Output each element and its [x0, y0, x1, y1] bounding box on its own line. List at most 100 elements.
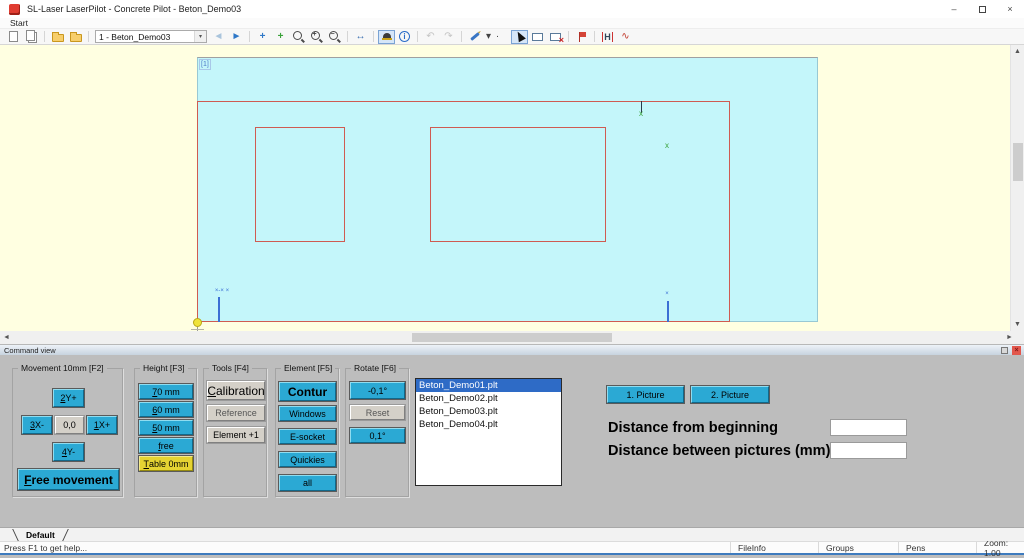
file-list[interactable]: Beton_Demo01.pltBeton_Demo02.pltBeton_De…	[415, 378, 562, 486]
zoom-in-button[interactable]: +	[308, 30, 325, 44]
vertical-scrollbar[interactable]: ▲ ▼	[1010, 45, 1024, 331]
redo-icon: ↷	[444, 31, 452, 42]
windows-button[interactable]: Windows	[279, 406, 336, 421]
origin-point	[193, 318, 202, 327]
select-tool-button[interactable]	[511, 30, 528, 44]
drawing-canvas[interactable]: [1] xx×-× ××	[0, 45, 1010, 331]
zoom-button[interactable]	[290, 30, 307, 44]
horizontal-scroll-thumb[interactable]	[412, 333, 612, 342]
rotate-minus-button[interactable]: -0,1°	[350, 382, 405, 399]
move-center-button[interactable]: 0,0	[55, 416, 84, 434]
app-icon	[9, 4, 20, 15]
pan-icon: +	[260, 31, 266, 42]
red-x-icon: ×	[559, 35, 564, 45]
move-x-minus-button[interactable]: 3 X-	[22, 416, 52, 434]
rectangle-icon	[532, 33, 543, 41]
close-icon: ×	[1007, 4, 1012, 14]
sheet-label: [1]	[199, 59, 211, 70]
toolbar-separator	[44, 31, 45, 42]
back-button[interactable]: ◄	[210, 30, 227, 44]
laser-toggle-button[interactable]	[378, 30, 395, 44]
group-movement: Movement 10mm [F2] 2 Y+ 3 X- 0,0 1 X+ 4 …	[12, 368, 123, 497]
scroll-up-button[interactable]: ▲	[1011, 45, 1024, 58]
pen-dot: ·	[494, 30, 501, 44]
picture-1-button[interactable]: 1. Picture	[607, 386, 684, 403]
group-tools: Tools [F4] Calibration Reference Element…	[203, 368, 267, 497]
restore-icon	[979, 6, 986, 13]
flag-tool-button[interactable]	[573, 30, 590, 44]
vertical-scroll-thumb[interactable]	[1013, 143, 1023, 181]
minimize-icon: –	[951, 4, 956, 14]
distance-between-input[interactable]	[830, 442, 907, 459]
minimize-button[interactable]: –	[940, 0, 968, 18]
height-70mm-button[interactable]: 70 mm	[139, 384, 193, 399]
info-button[interactable]: i	[396, 30, 413, 44]
height-free-button[interactable]: free	[139, 438, 193, 453]
import-file-button[interactable]	[67, 30, 84, 44]
new-document-button[interactable]	[5, 30, 22, 44]
list-item[interactable]: Beton_Demo04.plt	[416, 418, 561, 431]
command-view-title: Command view	[4, 346, 56, 355]
picture-2-button[interactable]: 2. Picture	[691, 386, 769, 403]
e-socket-button[interactable]: E-socket	[279, 429, 336, 444]
height-60mm-button[interactable]: 60 mm	[139, 402, 193, 417]
laser-projector-icon	[381, 32, 393, 42]
back-icon: ◄	[214, 31, 224, 42]
scroll-left-button[interactable]: ◄	[0, 331, 13, 344]
zoom-out-button[interactable]: −	[326, 30, 343, 44]
scroll-right-button[interactable]: ►	[1003, 331, 1016, 344]
pin-icon[interactable]	[1001, 347, 1008, 354]
distance-from-input[interactable]	[830, 419, 907, 436]
move-y-plus-button[interactable]: 2 Y+	[53, 389, 84, 407]
calibration-button[interactable]: Calibration	[207, 381, 265, 400]
zoom-out-icon: −	[328, 30, 341, 43]
rotate-reset-button[interactable]: Reset	[350, 405, 405, 420]
copy-button[interactable]	[23, 30, 40, 44]
pens-button[interactable]	[466, 30, 483, 44]
deselect-button[interactable]: ×	[547, 30, 564, 44]
horizontal-scrollbar[interactable]: ◄ ►	[0, 331, 1024, 344]
quickies-button[interactable]: Quickies	[279, 452, 336, 467]
rotate-plus-button[interactable]: 0,1°	[350, 428, 405, 443]
all-button[interactable]: all	[279, 475, 336, 491]
distance-from-label: Distance from beginning	[608, 420, 778, 436]
toolbar: 1 - Beton_Demo03 ▾ ◄ ► + + + − ↔ i ↶ ↷ ▾…	[0, 29, 1024, 45]
rectangle-remove-icon: ×	[550, 33, 561, 41]
reference-button[interactable]: Reference	[207, 405, 265, 421]
list-item[interactable]: Beton_Demo02.plt	[416, 392, 561, 405]
command-view-close-button[interactable]: ×	[1012, 346, 1021, 355]
document-select[interactable]: 1 - Beton_Demo03 ▾	[95, 30, 207, 43]
height-tool-icon: H	[602, 32, 614, 42]
free-movement-button[interactable]: Free movement	[18, 469, 119, 490]
open-file-button[interactable]	[49, 30, 66, 44]
pens-dropdown[interactable]: ▾	[484, 30, 493, 44]
list-item[interactable]: Beton_Demo01.plt	[416, 379, 561, 392]
chevron-down-icon[interactable]: ▾	[194, 31, 206, 42]
status-bar: Press F1 to get help... FileInfo Groups …	[0, 541, 1024, 553]
pan-button[interactable]: +	[254, 30, 271, 44]
close-button[interactable]: ×	[996, 0, 1024, 18]
maximize-button[interactable]	[968, 0, 996, 18]
height-50mm-button[interactable]: 50 mm	[139, 420, 193, 435]
center-view-button[interactable]: +	[272, 30, 289, 44]
measure-button[interactable]: ↔	[352, 30, 369, 44]
menu-start[interactable]: Start	[10, 18, 28, 28]
move-x-plus-button[interactable]: 1 X+	[87, 416, 117, 434]
move-y-minus-button[interactable]: 4 Y-	[53, 443, 84, 461]
blue-line-left	[218, 297, 220, 322]
redo-button[interactable]: ↷	[440, 30, 457, 44]
command-view-body: Movement 10mm [F2] 2 Y+ 3 X- 0,0 1 X+ 4 …	[0, 355, 1024, 527]
undo-button[interactable]: ↶	[422, 30, 439, 44]
rect-select-button[interactable]	[529, 30, 546, 44]
list-item[interactable]: Beton_Demo03.plt	[416, 405, 561, 418]
element-plus1-button[interactable]: Element +1	[207, 427, 265, 443]
status-help-text: Press F1 to get help...	[0, 543, 87, 553]
contur-button[interactable]: Contur	[279, 382, 336, 401]
curve-tool-button[interactable]: ∿	[617, 30, 634, 44]
forward-button[interactable]: ►	[228, 30, 245, 44]
scroll-down-button[interactable]: ▼	[1011, 318, 1024, 331]
measure-icon: ↔	[356, 31, 366, 42]
tab-default[interactable]: Default	[16, 529, 65, 541]
height-tool-button[interactable]: H	[599, 30, 616, 44]
height-table-0mm-button[interactable]: Table 0mm	[139, 456, 193, 471]
